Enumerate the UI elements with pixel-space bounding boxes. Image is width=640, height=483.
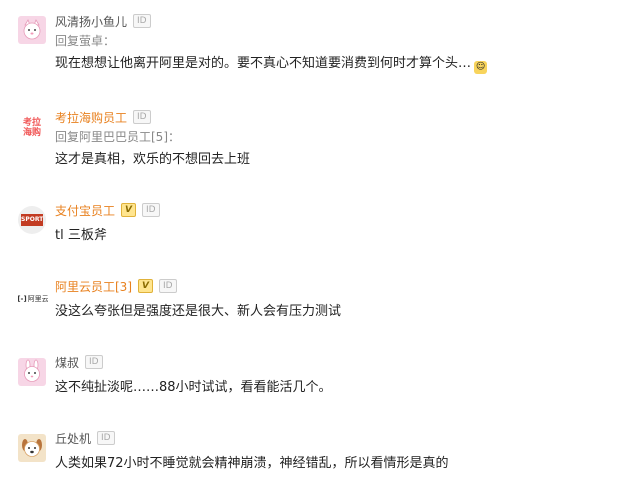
cat-icon: [23, 19, 41, 40]
avatar[interactable]: SPORT: [18, 206, 46, 234]
id-badge: ID: [133, 14, 151, 28]
avatar[interactable]: [18, 434, 46, 462]
username[interactable]: 阿里云员工[3]: [55, 278, 132, 295]
kaola-logo: 考拉 海购: [22, 118, 41, 138]
avatar[interactable]: [18, 16, 46, 44]
comment-text: 人类如果72小时不睡觉就会精神崩溃，神经错乱，所以看情形是真的: [55, 456, 449, 471]
id-badge: ID: [133, 110, 151, 124]
comment-list: 风清扬小鱼儿 ID 回复萤卓： 现在想想让他离开阿里是对的。要不真心不知道要消费…: [0, 0, 640, 483]
id-badge: ID: [85, 355, 103, 369]
verified-badge: V: [138, 279, 153, 293]
username[interactable]: 煤叔: [55, 354, 79, 371]
username[interactable]: 丘处机: [55, 430, 91, 447]
aliyun-logo: [-] 阿里云: [18, 295, 48, 303]
id-badge: ID: [158, 279, 177, 293]
avatar[interactable]: [18, 358, 46, 386]
emoji-icon: ☺: [474, 61, 488, 74]
comment-text: 没这么夸张但是强度还是很大、新人会有压力测试: [55, 304, 342, 319]
sport-badge-icon: SPORT: [21, 214, 43, 226]
id-badge: ID: [141, 203, 160, 217]
reply-to: 回复阿里巴巴员工[5]：: [55, 130, 180, 144]
reply-to: 回复萤卓：: [55, 34, 116, 48]
avatar[interactable]: [-] 阿里云: [18, 285, 48, 313]
username[interactable]: 支付宝员工: [55, 202, 115, 219]
avatar[interactable]: 考拉 海购: [18, 114, 46, 142]
bunny-icon: [24, 359, 40, 382]
dog-icon: [22, 439, 42, 457]
username[interactable]: 风清扬小鱼儿: [55, 13, 127, 30]
comment-text: 这才是真相，欢乐的不想回去上班: [55, 152, 251, 167]
username[interactable]: 考拉海购员工: [55, 109, 127, 126]
comment-text: 现在想想让他离开阿里是对的。要不真心不知道要消费到何时才算个头… ☺: [55, 56, 488, 74]
id-badge: ID: [97, 431, 115, 445]
comment-text: 这不纯扯淡呢……88小时试试，看看能活几个。: [55, 380, 332, 395]
verified-badge: V: [121, 203, 136, 217]
comment-text: tl 三板斧: [55, 228, 107, 243]
